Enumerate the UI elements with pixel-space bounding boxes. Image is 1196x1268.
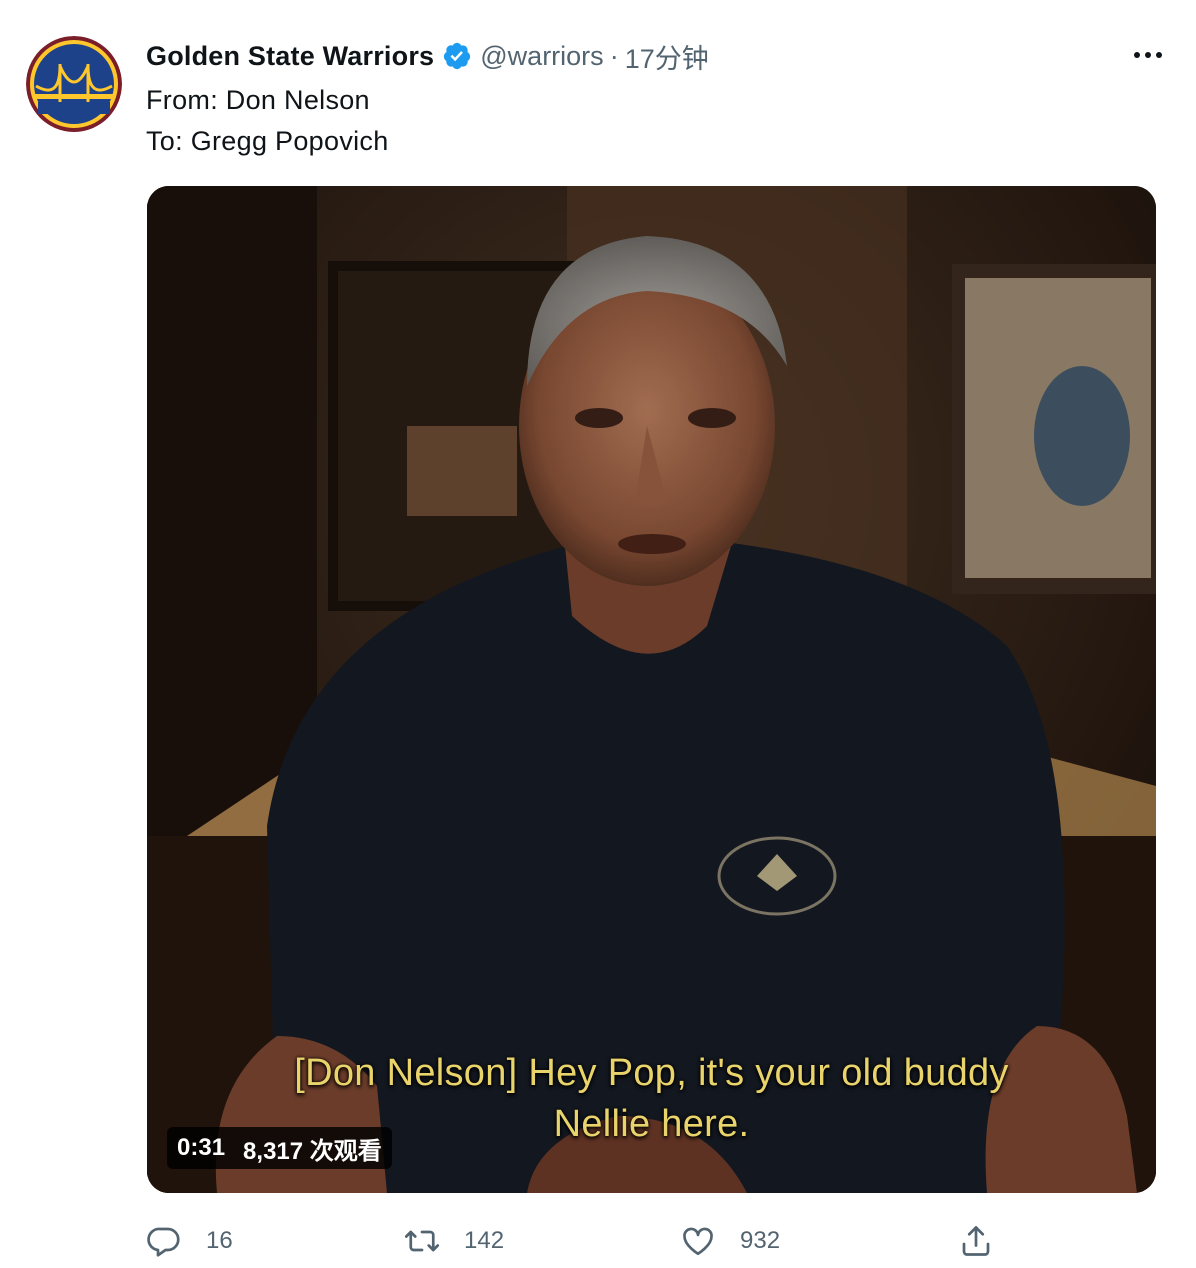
heart-icon (683, 1227, 713, 1256)
share-icon (962, 1226, 990, 1256)
subtitle-line: [Don Nelson] Hey Pop, it's your old budd… (294, 1052, 1009, 1094)
video-player[interactable] (147, 186, 1156, 1193)
video-duration: 0:31 (177, 1134, 226, 1161)
tweet-text-line: To: Gregg Popovich (146, 126, 389, 156)
warriors-logo-icon (26, 36, 122, 132)
more-button[interactable] (1130, 40, 1166, 70)
handle[interactable]: @warriors (480, 41, 603, 72)
retweet-count: 142 (464, 1227, 505, 1254)
avatar[interactable] (26, 36, 122, 132)
tweet-text: From: Don Nelson To: Gregg Popovich (146, 80, 389, 162)
tweet-actions: 16 142 932 (146, 1216, 1016, 1266)
video-badge: 0:31 8,317 次观看 (167, 1127, 392, 1169)
reply-count: 16 (206, 1227, 233, 1254)
retweet-button[interactable]: 142 (404, 1216, 504, 1266)
share-button[interactable] (958, 1216, 994, 1266)
video-views: 8,317 次观看 (243, 1137, 382, 1165)
reply-button[interactable]: 16 (146, 1216, 233, 1266)
verified-badge-icon (444, 42, 471, 70)
video-frame (147, 186, 1156, 1193)
retweet-icon (404, 1230, 440, 1252)
display-name[interactable]: Golden State Warriors (146, 41, 434, 72)
timestamp[interactable]: 17分钟 (625, 37, 709, 76)
like-count: 932 (740, 1227, 781, 1254)
separator-dot: · (609, 40, 619, 71)
tweet-text-line: From: Don Nelson (146, 85, 370, 115)
tweet-header: Golden State Warriors @warriors · 17分钟 (146, 38, 1156, 74)
reply-icon (147, 1227, 180, 1257)
like-button[interactable]: 932 (680, 1216, 780, 1266)
more-icon (1134, 52, 1162, 58)
